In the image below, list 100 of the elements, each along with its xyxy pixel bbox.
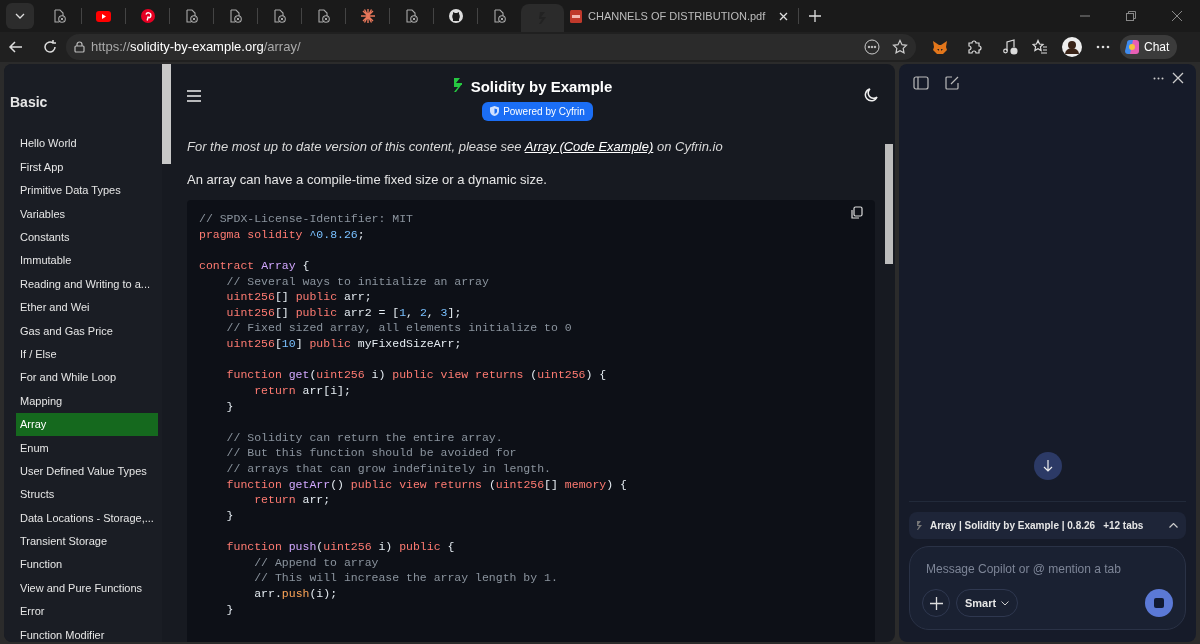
code-line: }	[225, 398, 234, 415]
code-line: // This will increase the array length by 1.	[253, 570, 558, 586]
sidebar-link[interactable]: Data Locations - Storage,...	[16, 506, 158, 530]
stop-icon	[1154, 598, 1164, 608]
message-box[interactable]: Message Copilot or @ mention a tab Smart	[909, 546, 1186, 630]
code-line: // SPDX-License-Identifier: MIT	[199, 211, 413, 227]
scroll-down-button[interactable]	[1033, 452, 1062, 480]
logo-icon	[452, 77, 463, 94]
logo-icon	[917, 521, 922, 530]
star-icon[interactable]	[892, 39, 908, 55]
code-line: function getArr() public view returns (uint256[] memory) {	[225, 476, 627, 493]
more-icon[interactable]	[1153, 76, 1164, 80]
close-icon	[1172, 11, 1182, 21]
powered-badge[interactable]: Powered by Cyfrin	[482, 101, 593, 121]
code-line: pragma solidity ^0.8.26;	[199, 226, 365, 243]
pin-icon	[140, 9, 155, 23]
menu-icon[interactable]	[187, 90, 201, 102]
close-icon	[779, 11, 789, 21]
lock-icon	[74, 41, 85, 53]
site-title: Solidity by Example	[470, 77, 613, 97]
sidebar-link[interactable]: Error	[16, 599, 158, 624]
sidebar-link[interactable]: Hello World	[16, 132, 158, 156]
intro-text: An array can have a compile-time fixed size or a dynamic size.	[187, 170, 548, 189]
code-line: return arr;	[253, 492, 331, 508]
document-error-icon	[273, 9, 286, 23]
arrow-down-icon	[1042, 460, 1053, 472]
sidebar-link[interactable]: Array	[16, 412, 158, 437]
sidebar-link[interactable]: Function Modifier	[16, 623, 158, 642]
context-text: Array | Solidity by Example | 0.8.26	[930, 519, 1096, 533]
play-icon	[96, 10, 111, 22]
sidebar-link[interactable]: Gas and Gas Price	[16, 319, 158, 343]
pdf-icon	[570, 9, 582, 23]
code-line: contract Array {	[199, 257, 310, 274]
fox-icon[interactable]	[932, 39, 948, 55]
code-line: function push(uint256 i) public {	[225, 539, 455, 555]
scrollbar-thumb[interactable]	[885, 144, 893, 264]
code-line: // Fixed sized array, all elements initialize to 0	[225, 320, 572, 336]
document-error-icon	[405, 9, 418, 23]
code-line: // arrays that can grow indefinitely in length.	[225, 461, 551, 477]
sidebar-link[interactable]: Mapping	[16, 389, 158, 413]
message-input[interactable]: Message Copilot or @ mention a tab	[922, 560, 1173, 578]
code-line: function get(uint256 i) public view returns (uint256) {	[225, 367, 607, 383]
close-icon[interactable]	[1172, 72, 1184, 84]
sidebar-link[interactable]: Function	[16, 553, 158, 577]
restore-icon	[1126, 11, 1136, 21]
tab-context-chip[interactable]: Array | Solidity by Example | 0.8.26 +12 tabs	[909, 512, 1186, 539]
avatar-icon[interactable]	[1062, 37, 1082, 57]
sidebar-link[interactable]: For and While Loop	[16, 365, 158, 390]
source-link[interactable]: Array (Code Example)	[524, 139, 654, 154]
plus-icon	[929, 596, 943, 610]
document-error-icon	[317, 9, 330, 23]
new-chat-icon[interactable]	[945, 76, 959, 90]
more-icon[interactable]	[864, 39, 880, 55]
sidebar-link[interactable]: Immutable	[16, 248, 158, 273]
sidebar-link[interactable]: Reading and Writing to a...	[16, 272, 158, 296]
chevron-down-icon	[15, 13, 25, 19]
tab-list-button[interactable]	[6, 3, 34, 29]
more-icon[interactable]	[1096, 45, 1110, 49]
browser-tab[interactable]: CHANNELS OF DISTRIBUTION.pdf	[564, 6, 795, 26]
shield-icon	[490, 106, 500, 116]
sidebar-link[interactable]: View and Pure Functions	[16, 576, 158, 600]
stop-button[interactable]	[1145, 589, 1173, 617]
code-line: // Solidity can return the entire array.	[225, 429, 503, 446]
scrollbar-thumb[interactable]	[162, 64, 171, 164]
copy-icon[interactable]	[850, 206, 863, 220]
sidebar-link[interactable]: Variables	[16, 202, 158, 226]
url-text: https://solidity-by-example.org/array/	[91, 38, 301, 57]
back-icon[interactable]	[8, 39, 24, 55]
code-line: return arr[i];	[253, 382, 351, 399]
puzzle-icon[interactable]	[966, 39, 982, 55]
favorites-icon[interactable]	[1032, 39, 1048, 55]
sidebar-heading: Basic	[10, 93, 49, 112]
context-count: +12 tabs	[1103, 519, 1144, 533]
code-line: arr.push(i);	[253, 586, 338, 602]
address-bar[interactable]: https://solidity-by-example.org/array/	[66, 34, 916, 60]
sidebar-link[interactable]: Ether and Wei	[16, 295, 158, 320]
sidebar-link[interactable]: Transient Storage	[16, 529, 158, 554]
document-error-icon	[185, 9, 198, 23]
code-line: // Several ways to initialize an array	[225, 273, 489, 290]
document-error-icon	[229, 9, 242, 23]
sidebar-link[interactable]: If / Else	[16, 342, 158, 366]
sidebar-link[interactable]: First App	[16, 155, 158, 179]
code-line: // But this function should be avoided for	[225, 445, 517, 461]
music-icon[interactable]	[1002, 39, 1018, 55]
sidebar-link[interactable]: Primitive Data Types	[16, 178, 158, 203]
refresh-icon[interactable]	[42, 39, 58, 55]
sidebar-link[interactable]: Constants	[16, 225, 158, 249]
moon-icon[interactable]	[864, 87, 880, 103]
starburst-icon	[360, 9, 375, 23]
chevron-up-icon[interactable]	[1169, 523, 1178, 528]
sidebar-link[interactable]: User Defined Value Types	[16, 459, 158, 483]
sidebar-icon[interactable]	[913, 76, 929, 90]
chat-button[interactable]: Chat	[1120, 35, 1178, 59]
code-line: }	[225, 507, 234, 524]
chevron-down-icon	[1001, 600, 1010, 606]
document-error-icon	[53, 9, 66, 23]
document-error-icon	[493, 9, 506, 23]
sidebar-link[interactable]: Enum	[16, 436, 158, 460]
code-line: uint256[10] public myFixedSizeArr;	[225, 336, 462, 352]
sidebar-link[interactable]: Structs	[16, 482, 158, 507]
